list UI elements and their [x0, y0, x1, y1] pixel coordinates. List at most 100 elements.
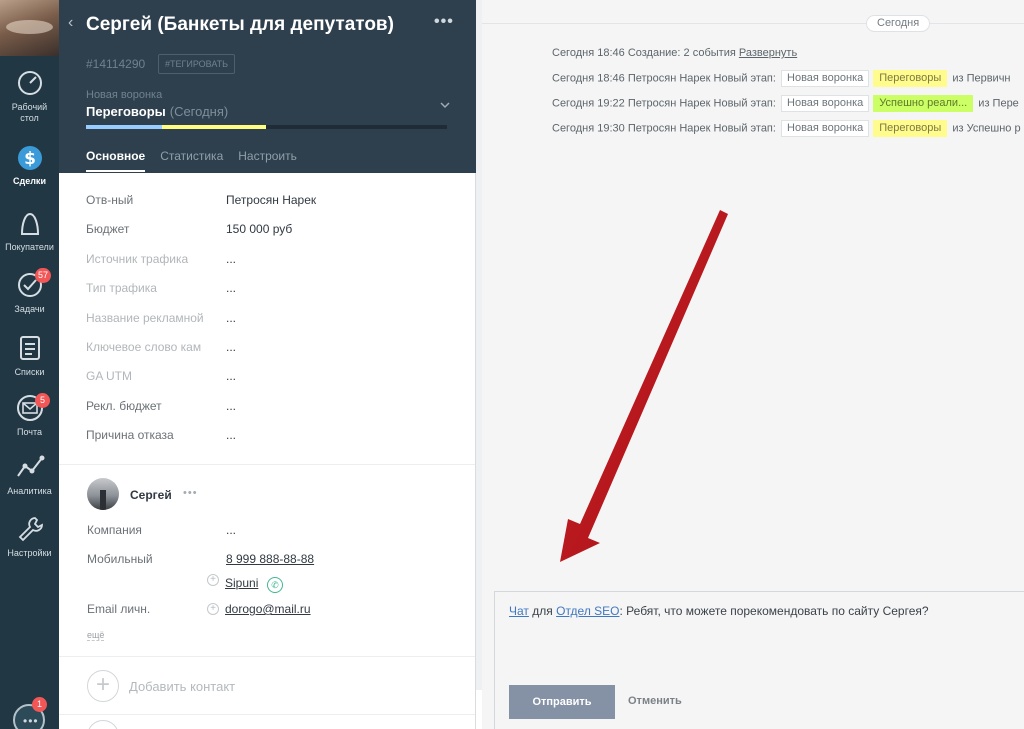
for-label: для — [532, 604, 553, 618]
message-composer[interactable]: Чат для Отдел SEO: Ребят, что можете пор… — [494, 591, 1024, 729]
mobile-phone-link[interactable]: 8 999 888-88-88 — [226, 552, 314, 566]
field-row[interactable]: Причина отказа... — [86, 425, 466, 454]
nav-label-dashboard-1: Рабочий — [11, 102, 48, 112]
tab-statistics[interactable]: Статистика — [160, 149, 223, 170]
stage-selector[interactable]: Переговоры (Сегодня) — [86, 104, 228, 119]
field-row[interactable]: Рекл. бюджет... — [86, 396, 466, 425]
field-label: Рекл. бюджет — [86, 398, 162, 413]
field-row[interactable]: Отв-ный Петросян Нарек — [86, 190, 466, 219]
tab-main[interactable]: Основное — [86, 149, 146, 172]
nav-label-mail: Почта — [17, 427, 42, 437]
nav-item-settings[interactable]: Настройки — [0, 514, 59, 559]
activity-feed: Сегодня Сегодня 18:46 Создание: 2 событи… — [482, 0, 1024, 729]
add-phone-icon[interactable]: + — [207, 574, 219, 586]
nav-label-lists: Списки — [14, 367, 45, 377]
message-text[interactable]: Ребят, что можете порекомендовать по сай… — [626, 604, 928, 618]
email-link[interactable]: dorogo@mail.ru — [225, 602, 311, 616]
tag-button[interactable]: #ТЕГИРОВАТЬ — [158, 54, 236, 74]
mail-badge: 5 — [35, 393, 50, 408]
back-arrow-icon[interactable]: ‹ — [68, 14, 73, 32]
contact-avatar[interactable] — [87, 478, 119, 510]
deal-header: ‹ Сергей (Банкеты для депутатов) ••• #14… — [59, 0, 476, 173]
message-input[interactable]: Чат для Отдел SEO: Ребят, что можете пор… — [509, 604, 929, 618]
sipuni-link[interactable]: Sipuni — [225, 576, 258, 590]
tasks-badge: 57 — [35, 268, 52, 283]
divider — [59, 714, 475, 715]
nav-item-dashboard[interactable]: Рабочий стол — [0, 68, 59, 124]
feed-event: Сегодня 19:30 Петросян Нарек Новый этап:… — [552, 120, 1021, 137]
field-value[interactable]: ... — [226, 399, 236, 413]
phone-call-icon[interactable]: ✆ — [267, 577, 283, 593]
tab-configure[interactable]: Настроить — [238, 149, 297, 170]
add-company-icon[interactable] — [87, 720, 119, 729]
field-row[interactable]: Ключевое слово кам... — [86, 337, 466, 366]
nav-item-analytics[interactable]: Аналитика — [0, 452, 59, 497]
field-value[interactable]: ... — [226, 428, 236, 442]
field-label: Причина отказа — [86, 428, 174, 443]
mobile-label: Мобильный — [87, 552, 153, 566]
analytics-icon — [16, 455, 44, 477]
event-action: Новый этап: — [713, 122, 776, 135]
field-value[interactable]: ... — [226, 252, 236, 266]
dashboard-icon — [17, 71, 42, 95]
field-label: Бюджет — [86, 222, 130, 237]
main-nav: Рабочий стол $ Сделки Покупатели Задачи … — [0, 0, 59, 729]
cancel-button[interactable]: Отменить — [628, 695, 682, 707]
field-value[interactable]: ... — [226, 369, 236, 383]
pipeline-chip: Новая воронка — [781, 70, 870, 87]
nav-label-analytics: Аналитика — [7, 486, 52, 496]
field-value[interactable]: ... — [226, 311, 236, 325]
chat-type-link[interactable]: Чат — [509, 604, 529, 618]
deal-menu-button[interactable]: ••• — [434, 13, 454, 31]
add-email-icon[interactable]: + — [207, 603, 219, 615]
chevron-down-icon[interactable] — [440, 101, 450, 109]
nav-item-customers[interactable]: Покупатели — [0, 208, 59, 253]
deal-title[interactable]: Сергей (Банкеты для депутатов) — [86, 14, 394, 36]
field-label: Ключевое слово кам — [86, 339, 202, 354]
event-author[interactable]: Петросян Нарек — [628, 72, 711, 84]
nav-label-settings: Настройки — [7, 548, 52, 558]
event-time: Сегодня 19:30 — [552, 122, 625, 135]
nav-item-tasks[interactable]: Задачи 57 — [0, 268, 59, 315]
progress-segment-1 — [86, 125, 162, 129]
field-row[interactable]: Источник трафика... — [86, 249, 466, 278]
contact-menu-button[interactable]: ••• — [183, 487, 198, 499]
pipeline-chip: Новая воронка — [781, 120, 870, 137]
stage-progress-bar — [86, 125, 447, 129]
contact-name[interactable]: Сергей — [130, 488, 172, 502]
recipient-link[interactable]: Отдел SEO — [556, 604, 619, 618]
user-avatar[interactable] — [0, 0, 59, 56]
event-author[interactable]: Петросян Нарек — [628, 97, 711, 109]
feed-event: Сегодня 19:22 Петросян Нарек Новый этап:… — [552, 95, 1019, 112]
stage-chip: Переговоры — [873, 70, 948, 87]
divider — [59, 464, 475, 465]
deal-tabs: Основное Статистика Настроить — [86, 149, 312, 173]
send-button[interactable]: Отправить — [509, 685, 615, 719]
field-label: GA UTM — [86, 369, 133, 384]
customers-icon — [20, 212, 39, 235]
stage-name: Переговоры — [86, 104, 166, 119]
nav-label-tasks: Задачи — [14, 304, 45, 314]
field-value[interactable]: ... — [226, 281, 236, 295]
event-author[interactable]: Петросян Нарек — [628, 122, 711, 134]
deals-icon: $ — [17, 146, 42, 170]
field-value[interactable]: 150 000 руб — [226, 222, 292, 236]
more-fields-link[interactable]: ещё — [87, 630, 105, 641]
event-time: Сегодня 18:46 — [552, 47, 625, 59]
deal-fields: Отв-ный Петросян Нарек Бюджет 150 000 руб … — [86, 190, 466, 455]
divider — [59, 656, 475, 657]
field-row[interactable]: GA UTM... — [86, 366, 466, 395]
field-value[interactable]: ... — [226, 340, 236, 354]
company-value[interactable]: ... — [226, 523, 236, 537]
field-row[interactable]: Бюджет 150 000 руб — [86, 219, 466, 248]
field-value[interactable]: Петросян Нарек — [226, 193, 316, 207]
nav-item-mail[interactable]: Почта 5 — [0, 393, 59, 438]
nav-label-dashboard-2: стол — [20, 113, 39, 123]
add-contact-label: Добавить контакт — [129, 679, 236, 694]
progress-segment-2 — [161, 125, 267, 129]
nav-item-lists[interactable]: Списки — [0, 333, 59, 378]
nav-item-deals[interactable]: $ Сделки — [0, 142, 59, 187]
expand-link[interactable]: Развернуть — [739, 47, 797, 59]
field-row[interactable]: Тип трафика... — [86, 278, 466, 307]
field-row[interactable]: Название рекламной... — [86, 308, 466, 337]
